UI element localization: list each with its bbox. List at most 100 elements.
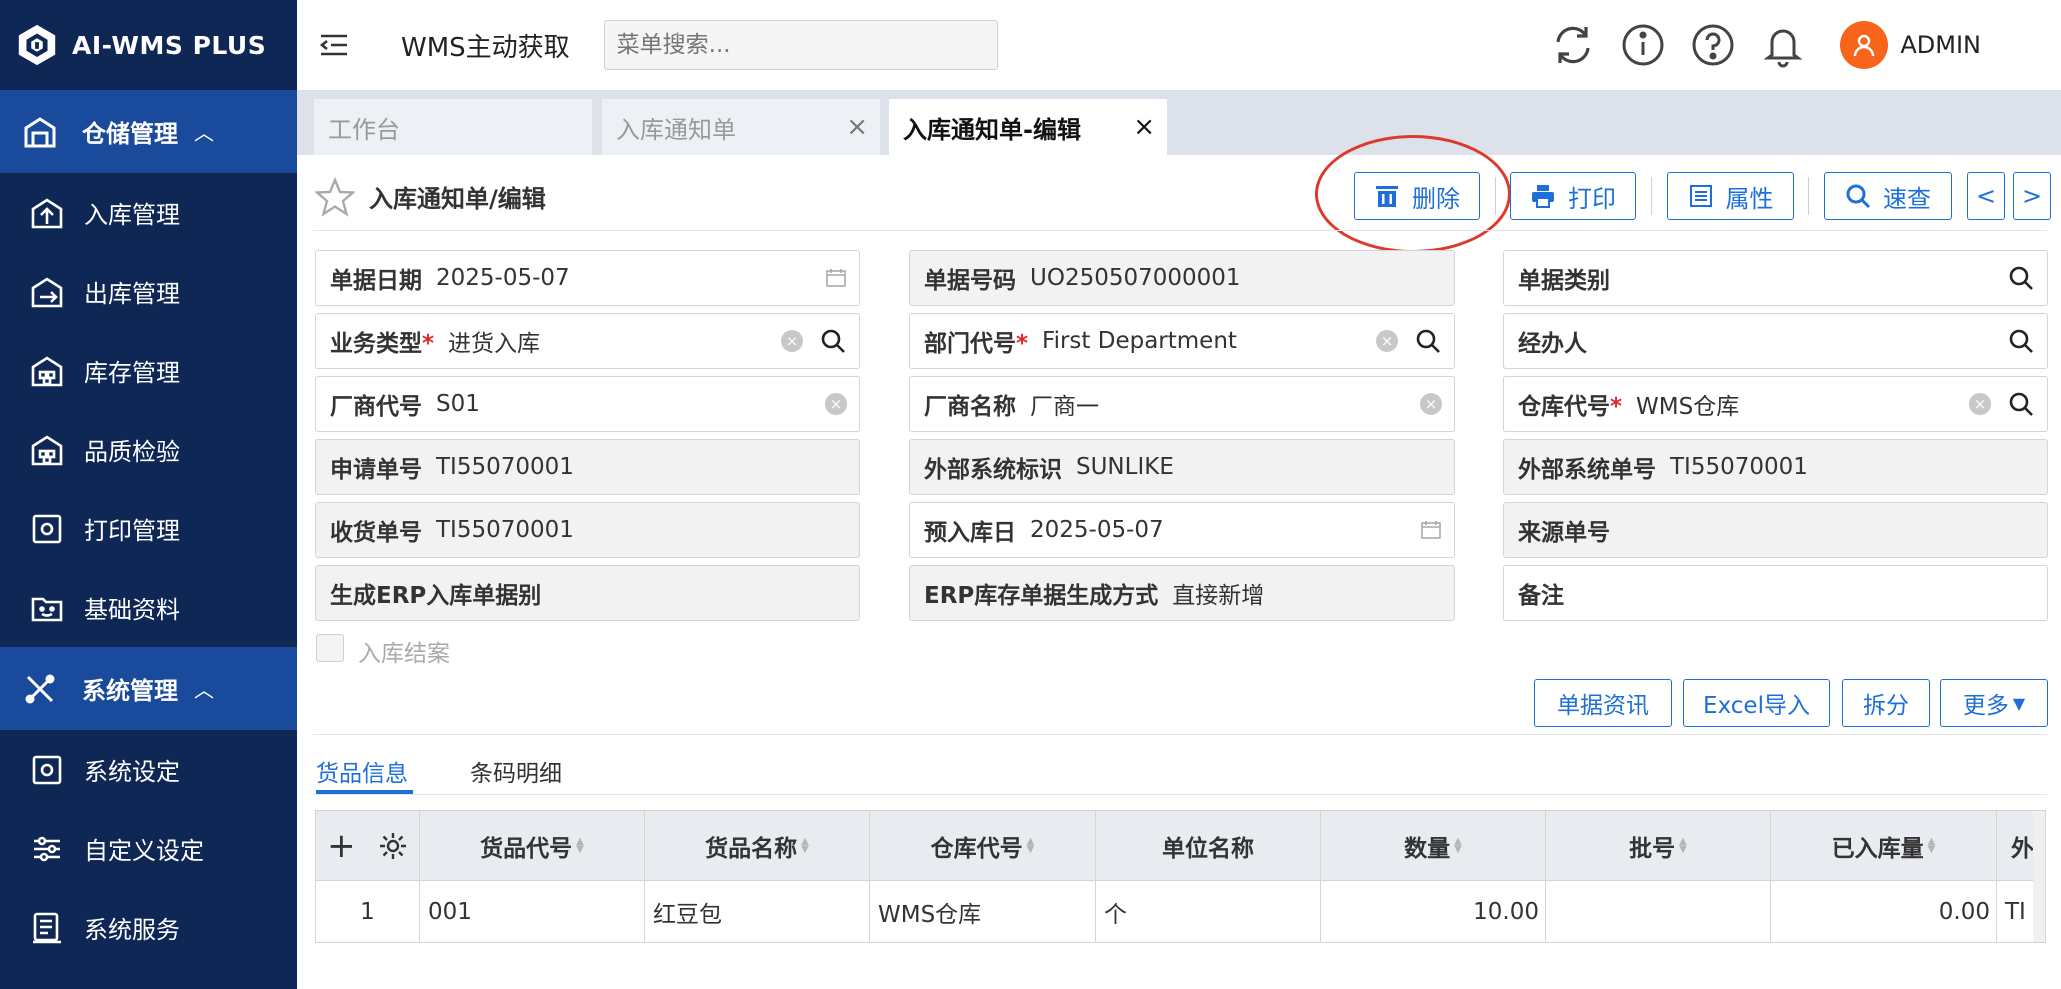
table-row[interactable]: 1 001 红豆包 WMS仓库 个 10.00 0.00 TI [316, 881, 2045, 942]
field-label: ERP库存单据生成方式 [924, 583, 1159, 609]
column-header[interactable]: 批号 ▲ ▼ [1546, 811, 1771, 880]
split-button[interactable]: 拆分 [1842, 679, 1930, 727]
warehouse-field[interactable]: 仓库代号* WMS仓库 × [1503, 376, 2048, 432]
sidebar-item-custom-settings[interactable]: 自定义设定 [0, 809, 297, 888]
sidebar-group-warehouse[interactable]: 仓储管理 ︿ [0, 90, 297, 173]
sidebar-item-inventory[interactable]: 库存管理 [0, 331, 297, 410]
delete-label: 删除 [1412, 184, 1460, 213]
cell-quantity[interactable]: 10.00 [1321, 881, 1546, 942]
sidebar-item-inbound[interactable]: 入库管理 [0, 173, 297, 252]
prev-record-button[interactable]: < [1967, 172, 2005, 220]
sidebar-item-basedata[interactable]: 基础资料 [0, 568, 297, 647]
sidebar-group-system[interactable]: 系统管理 ︿ [0, 647, 297, 730]
properties-button[interactable]: 属性 [1667, 172, 1794, 220]
cell-goods-code[interactable]: 001 [420, 881, 645, 942]
biz-type-field[interactable]: 业务类型* 进货入库 × [315, 313, 860, 369]
quality-icon [31, 434, 63, 465]
gear-icon[interactable] [378, 831, 408, 861]
excel-import-button[interactable]: Excel导入 [1683, 679, 1830, 727]
clear-icon[interactable]: × [1969, 393, 1991, 415]
apply-number-field: 申请单号 TI55070001 [315, 439, 860, 495]
remark-field[interactable]: 备注 [1503, 565, 2048, 621]
clear-icon[interactable]: × [1420, 393, 1442, 415]
vertical-scrollbar[interactable] [2033, 811, 2045, 942]
split-label: 拆分 [1863, 693, 1909, 719]
close-icon[interactable]: × [846, 112, 868, 142]
clear-icon[interactable]: × [781, 330, 803, 352]
bell-icon[interactable] [1760, 22, 1806, 68]
doc-date-field[interactable]: 单据日期 2025-05-07 [315, 250, 860, 306]
tab-inbound-notice-edit[interactable]: 入库通知单-编辑 × [889, 99, 1167, 155]
cell-received-qty[interactable]: 0.00 [1771, 881, 1997, 942]
field-label: 厂商代号 [330, 394, 422, 420]
column-header[interactable]: 仓库代号 ▲ ▼ [870, 811, 1096, 880]
cell-warehouse[interactable]: WMS仓库 [870, 881, 1096, 942]
sidebar-item-label: 系统服务 [84, 916, 180, 944]
department-field[interactable]: 部门代号* First Department × [909, 313, 1455, 369]
next-record-button[interactable]: > [2013, 172, 2051, 220]
search-icon[interactable] [2007, 264, 2035, 292]
cell-goods-name[interactable]: 红豆包 [645, 881, 870, 942]
cell-lot[interactable] [1546, 881, 1771, 942]
field-value[interactable]: First Department [1042, 328, 1237, 354]
vendor-code-field[interactable]: 厂商代号 S01 × [315, 376, 860, 432]
tab-goods-info[interactable]: 货品信息 [316, 754, 408, 788]
close-icon[interactable]: × [1133, 112, 1155, 142]
column-header[interactable]: 货品代号 ▲ ▼ [420, 811, 645, 880]
print-button[interactable]: 打印 [1510, 172, 1636, 220]
menu-toggle-icon[interactable] [317, 28, 351, 62]
doc-info-button[interactable]: 单据资讯 [1534, 679, 1672, 727]
avatar[interactable] [1840, 21, 1889, 69]
sidebar-item-system-settings[interactable]: 系统设定 [0, 730, 297, 809]
sidebar-item-print[interactable]: 打印管理 [0, 489, 297, 568]
tab-inbound-notice[interactable]: 入库通知单 × [602, 99, 880, 155]
handler-field[interactable]: 经办人 [1503, 313, 2048, 369]
clear-icon[interactable]: × [1376, 330, 1398, 352]
refresh-icon[interactable] [1550, 22, 1596, 68]
field-value[interactable]: 厂商一 [1030, 387, 1099, 421]
sort-icon: ▲ ▼ [1679, 835, 1687, 855]
excel-import-label: Excel导入 [1703, 693, 1810, 719]
field-value[interactable]: 进货入库 [448, 324, 540, 358]
calendar-icon[interactable] [1420, 519, 1442, 541]
sidebar-item-quality[interactable]: 品质检验 [0, 410, 297, 489]
quick-search-button[interactable]: 速查 [1824, 172, 1952, 220]
field-value[interactable]: 2025-05-07 [1030, 517, 1164, 543]
more-button[interactable]: 更多 ▼ [1940, 679, 2048, 727]
menu-search-input[interactable] [603, 20, 998, 70]
tools-icon [25, 674, 55, 703]
cell-unit[interactable]: 个 [1096, 881, 1321, 942]
sidebar-item-outbound[interactable]: 出库管理 [0, 252, 297, 331]
field-value[interactable]: WMS仓库 [1636, 387, 1739, 421]
tab-workbench[interactable]: 工作台 [314, 99, 592, 155]
star-icon[interactable] [315, 177, 355, 217]
help-icon[interactable] [1690, 22, 1736, 68]
calendar-icon[interactable] [825, 267, 847, 289]
breadcrumb: 入库通知单/编辑 [369, 185, 546, 213]
add-icon[interactable]: + [327, 826, 356, 866]
field-value[interactable]: S01 [436, 391, 480, 417]
delete-button[interactable]: 删除 [1354, 172, 1480, 220]
tab-barcode-detail[interactable]: 条码明细 [470, 754, 562, 788]
column-header[interactable]: 单位名称 [1096, 811, 1321, 880]
field-value[interactable]: 2025-05-07 [436, 265, 570, 291]
pre-inbound-date-field[interactable]: 预入库日 2025-05-07 [909, 502, 1455, 558]
user-name[interactable]: ADMIN [1900, 31, 1981, 59]
column-header[interactable]: 货品名称 ▲ ▼ [645, 811, 870, 880]
search-icon[interactable] [2007, 327, 2035, 355]
search-icon[interactable] [1414, 327, 1442, 355]
field-value: TI55070001 [1670, 454, 1808, 480]
column-header[interactable]: 数量 ▲ ▼ [1321, 811, 1546, 880]
row-tools-cell: + [316, 811, 420, 880]
closed-checkbox[interactable] [316, 634, 344, 662]
info-icon[interactable] [1620, 22, 1666, 68]
vendor-name-field[interactable]: 厂商名称 厂商一 × [909, 376, 1455, 432]
search-icon[interactable] [819, 327, 847, 355]
doc-type-field[interactable]: 单据类别 [1503, 250, 2048, 306]
gen-erp-doc-field: 生成ERP入库单据别 [315, 565, 860, 621]
sidebar-item-system-service[interactable]: 系统服务 [0, 888, 297, 967]
search-icon[interactable] [2007, 390, 2035, 418]
column-header[interactable]: 已入库量 ▲ ▼ [1771, 811, 1997, 880]
toolbar-divider-line [313, 230, 2047, 231]
clear-icon[interactable]: × [825, 393, 847, 415]
